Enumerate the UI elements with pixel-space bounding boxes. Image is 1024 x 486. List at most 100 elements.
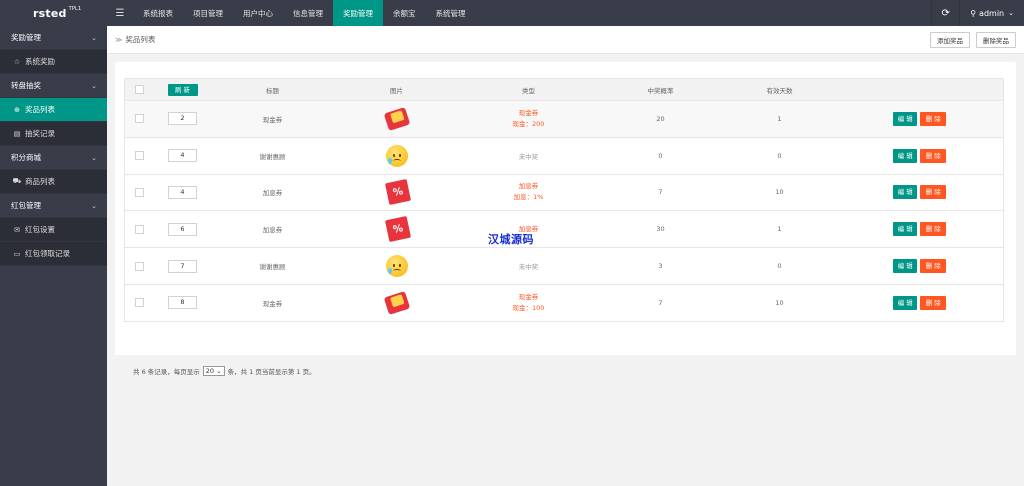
delete-button[interactable]: 删 除 [920,111,947,126]
table-row: 8 现金券 现金券 现金：100 7 10 编 辑删 除 [124,284,1004,322]
nav-item[interactable]: 系统管理 [426,0,476,26]
sidebar: 奖励管理 ⌄ ☆ 系统奖励 转盘抽奖 ⌄ ⊕ 奖品列表 ▤ 抽奖记录 积分商城 ⌄ ⛟ 商品列表 红包管理 ⌄… [0,26,107,486]
valid-days: 10 [722,284,837,322]
sort-input[interactable]: 2 [168,112,197,126]
win-probability: 7 [598,174,723,212]
table-row: 6 加息券% 加息券 30 1 编 辑删 除 [124,210,1004,249]
sidebar-item-label: 奖品列表 [25,105,55,114]
win-probability: 7 [598,284,723,322]
breadcrumb[interactable]: 奖品列表 [125,34,155,45]
prize-title: 加息券 [210,210,335,249]
sidebar-item[interactable]: ⊕ 奖品列表 [0,98,107,122]
prize-list-card: 刷 新 标题 图片 类型 中奖概率 有效天数 2 现金券 现金券 现金：200 20 1 编… [115,62,1016,376]
nav-item[interactable]: 余额宝 [383,0,426,26]
valid-days: 0 [722,247,837,285]
header-title: 标题 [210,78,335,101]
pager-summary: 共 6 条记录，每页显示 [133,368,200,376]
sad-face-icon [383,143,411,169]
sort-input[interactable]: 4 [168,149,197,163]
prize-title: 谢谢惠顾 [210,137,335,175]
add-prize-button[interactable]: 添加奖品 [930,31,970,48]
sidebar-item[interactable]: ☆ 系统奖励 [0,50,107,74]
sidebar-item-label: 商品列表 [25,177,55,186]
edit-button[interactable]: 编 辑 [893,222,918,237]
win-probability: 20 [598,100,723,138]
header-probability: 中奖概率 [598,78,723,101]
nav-item[interactable]: 信息管理 [283,0,333,26]
sidebar-group-label: 转盘抽奖 [11,81,41,90]
valid-days: 10 [722,174,837,212]
nav-item[interactable]: 系统报表 [133,0,183,26]
edit-button[interactable]: 编 辑 [893,259,918,274]
prize-table: 刷 新 标题 图片 类型 中奖概率 有效天数 2 现金券 现金券 现金：200 20 1 编… [124,78,1004,322]
header-image: 图片 [334,78,459,101]
top-bar: rsted TPL1 ☰ 系统报表 项目管理 用户中心 信息管理 奖励管理 余额宝 系统管理 … [0,0,1024,26]
sidebar-group[interactable]: 积分商城 ⌄ [0,146,107,170]
sort-input[interactable]: 4 [168,185,197,199]
chevron-down-icon: ⌄ [91,201,97,210]
win-probability: 3 [598,247,723,285]
pager-info: 条，共 1 页当前显示第 1 页。 [227,368,316,376]
refresh-icon[interactable]: ⟳ [931,0,959,26]
edit-button[interactable]: 编 辑 [893,295,918,310]
sidebar-item[interactable]: ⛟ 商品列表 [0,170,107,194]
sort-input[interactable]: 8 [168,296,197,310]
select-all-checkbox[interactable] [135,85,145,94]
nav-item[interactable]: 用户中心 [233,0,283,26]
edit-button[interactable]: 编 辑 [893,111,918,126]
delete-prize-button[interactable]: 删除奖品 [976,31,1016,48]
edit-button[interactable]: 编 辑 [893,185,918,200]
nav-item[interactable]: 奖励管理 [333,0,383,26]
card-icon: ▭ [13,249,21,258]
delete-button[interactable]: 删 除 [920,148,947,163]
sidebar-group[interactable]: 红包管理 ⌄ [0,194,107,218]
delete-button[interactable]: 删 除 [920,185,947,200]
sidebar-item[interactable]: ✉ 红包设置 [0,218,107,242]
row-checkbox[interactable] [135,114,145,124]
sidebar-item-label: 红包领取记录 [25,249,70,258]
row-checkbox[interactable] [135,151,145,161]
per-page-select[interactable]: 20 ⌄ [202,366,225,376]
prize-title: 谢谢惠顾 [210,247,335,285]
row-checkbox[interactable] [135,298,145,308]
table-row: 2 现金券 现金券 现金：200 20 1 编 辑删 除 [124,100,1004,138]
sidebar-group[interactable]: 转盘抽奖 ⌄ [0,74,107,98]
row-checkbox[interactable] [135,187,145,197]
sort-input[interactable]: 6 [168,222,197,236]
row-checkbox[interactable] [135,224,145,234]
breadcrumb-bar: ≫ 奖品列表 添加奖品 删除奖品 [107,26,1024,54]
delete-button[interactable]: 删 除 [920,295,947,310]
header-valid-days: 有效天数 [722,78,837,101]
sidebar-item[interactable]: ▭ 红包领取记录 [0,242,107,266]
prize-detail: 现金：100 [512,303,545,312]
watermark: 汉城源码 [488,233,534,246]
sidebar-group[interactable]: 奖励管理 ⌄ [0,26,107,50]
win-probability: 30 [598,210,723,249]
sidebar-item[interactable]: ▤ 抽奖记录 [0,122,107,146]
sidebar-group-label: 积分商城 [11,153,41,162]
win-probability: 0 [598,137,723,175]
delete-button[interactable]: 删 除 [920,222,947,237]
refresh-sort-button[interactable]: 刷 新 [167,83,198,96]
percent-coupon-icon: % [383,179,411,206]
breadcrumb-arrow-icon: ≫ [115,35,123,44]
hamburger-icon[interactable]: ☰ [107,0,133,26]
sort-input[interactable]: 7 [168,259,197,273]
delete-button[interactable]: 删 除 [920,259,947,274]
valid-days: 1 [722,210,837,249]
sidebar-group-label: 奖励管理 [11,33,41,42]
prize-detail: 加息：1% [513,193,544,202]
edit-button[interactable]: 编 辑 [893,148,918,163]
user-menu[interactable]: ⚲ admin ⌄ [959,0,1024,26]
nav-item[interactable]: 项目管理 [183,0,233,26]
sidebar-item-label: 系统奖励 [25,57,55,66]
sidebar-item-label: 红包设置 [25,225,55,234]
header-actions [836,78,1004,101]
cash-coupon-icon [383,290,411,316]
row-checkbox[interactable] [135,261,145,271]
chevron-down-icon: ⌄ [91,33,97,42]
main-content: ≫ 奖品列表 添加奖品 删除奖品 刷 新 标题 图片 类型 中奖概率 有效天数 … [107,26,1024,486]
list-icon: ▤ [13,129,21,138]
cash-coupon-icon [383,106,411,132]
chevron-down-icon: ⌄ [91,81,97,90]
